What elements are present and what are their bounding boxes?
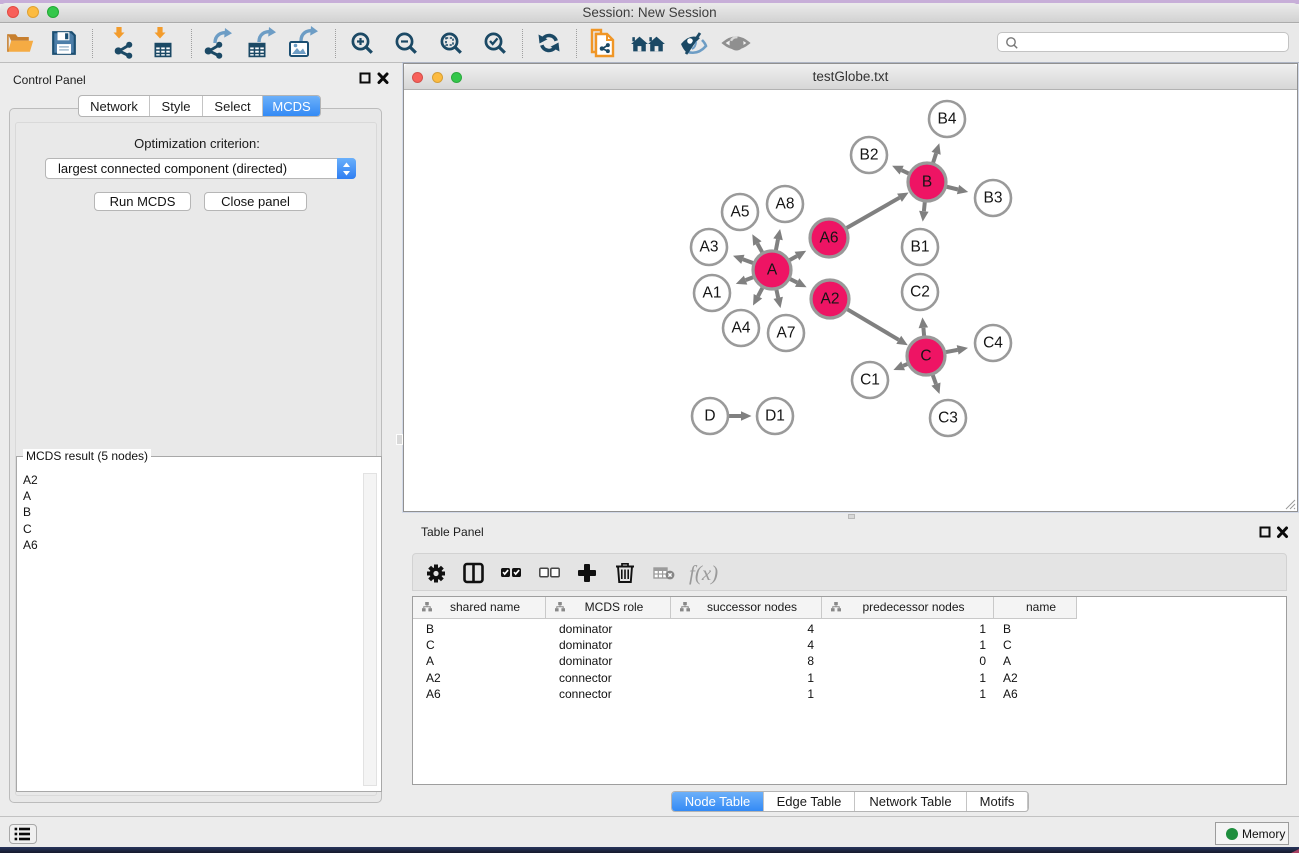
svg-text:A: A [767,262,778,279]
svg-text:A3: A3 [700,239,719,256]
svg-text:A2: A2 [821,291,840,308]
svg-text:C1: C1 [860,372,880,389]
svg-text:f(x): f(x) [689,561,718,585]
svg-text:B: B [922,174,932,191]
svg-text:A7: A7 [777,325,796,342]
svg-text:A5: A5 [731,204,750,221]
svg-text:C2: C2 [910,284,930,301]
svg-text:A8: A8 [776,196,795,213]
svg-text:A4: A4 [732,320,751,337]
svg-text:C3: C3 [938,410,958,427]
svg-text:A6: A6 [820,230,839,247]
svg-text:B4: B4 [938,111,957,128]
svg-text:B1: B1 [911,239,930,256]
svg-text:D: D [704,408,715,425]
svg-text:B3: B3 [984,190,1003,207]
svg-text:B2: B2 [860,147,879,164]
svg-text:D1: D1 [765,408,785,425]
svg-text:C: C [920,348,931,365]
svg-text:A1: A1 [703,285,722,302]
svg-text:C4: C4 [983,335,1003,352]
